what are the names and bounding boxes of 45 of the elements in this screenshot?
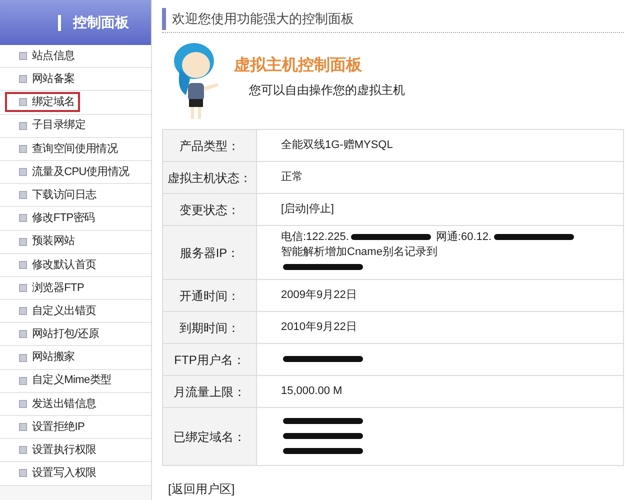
value-text: 2010年9月22日: [281, 321, 357, 333]
table-label: 服务器IP：: [163, 226, 257, 279]
bullet-icon: [19, 469, 27, 478]
bullet-icon: [19, 284, 27, 292]
value-text: 电信:122.225.: [281, 231, 349, 243]
table-label: 开通时间：: [163, 280, 257, 311]
welcome-text: 欢迎您使用功能强大的控制面板: [172, 10, 354, 28]
sidebar-title: 控制面板: [73, 13, 129, 32]
bullet-icon: [19, 52, 27, 60]
bullet-icon: [19, 260, 27, 269]
bullet-icon: [19, 400, 27, 408]
bullet-icon: [19, 75, 27, 84]
table-label: FTP用户名：: [163, 344, 257, 375]
bullet-icon: [19, 376, 27, 385]
banner-title: 虚拟主机控制面板: [234, 55, 363, 76]
bullet-icon: [19, 307, 27, 316]
header-bar-icon: [58, 14, 61, 30]
accent-bar-icon: [162, 8, 166, 30]
value-text: 2009年9月22日: [281, 289, 357, 301]
sidebar-item[interactable]: 绑定域名: [5, 92, 80, 112]
table-label: 产品类型：: [163, 130, 257, 161]
bullet-icon: [19, 423, 27, 432]
bullet-icon: [19, 122, 27, 130]
bullet-icon: [19, 330, 27, 338]
bullet-icon: [19, 168, 27, 176]
table-label: 月流量上限：: [163, 376, 257, 407]
value-text: 正常: [281, 171, 303, 183]
bullet-icon: [19, 98, 27, 106]
table-label: 到期时间：: [163, 312, 257, 343]
table-label: 已绑定域名：: [163, 408, 257, 465]
bullet-icon: [19, 354, 27, 362]
bullet-icon: [19, 144, 27, 153]
value-text: 网通:60.12.: [434, 231, 492, 243]
value-text: 全能双线1G-赠MYSQL: [281, 139, 393, 151]
table-label: 变更状态：: [163, 194, 257, 225]
value-text: 15,000.00 M: [281, 385, 342, 397]
value-text: [启动|停止]: [281, 203, 334, 215]
bullet-icon: [19, 238, 27, 246]
return-link[interactable]: [返回用户区]: [168, 480, 624, 498]
value-text: 智能解析增加Cname别名记录到: [281, 246, 438, 258]
bullet-icon: [19, 446, 27, 454]
table-label: 虚拟主机状态：: [163, 162, 257, 193]
bullet-icon: [19, 191, 27, 200]
banner-subtitle: 您可以自由操作您的虚拟主机: [249, 82, 405, 98]
bullet-icon: [19, 214, 27, 222]
